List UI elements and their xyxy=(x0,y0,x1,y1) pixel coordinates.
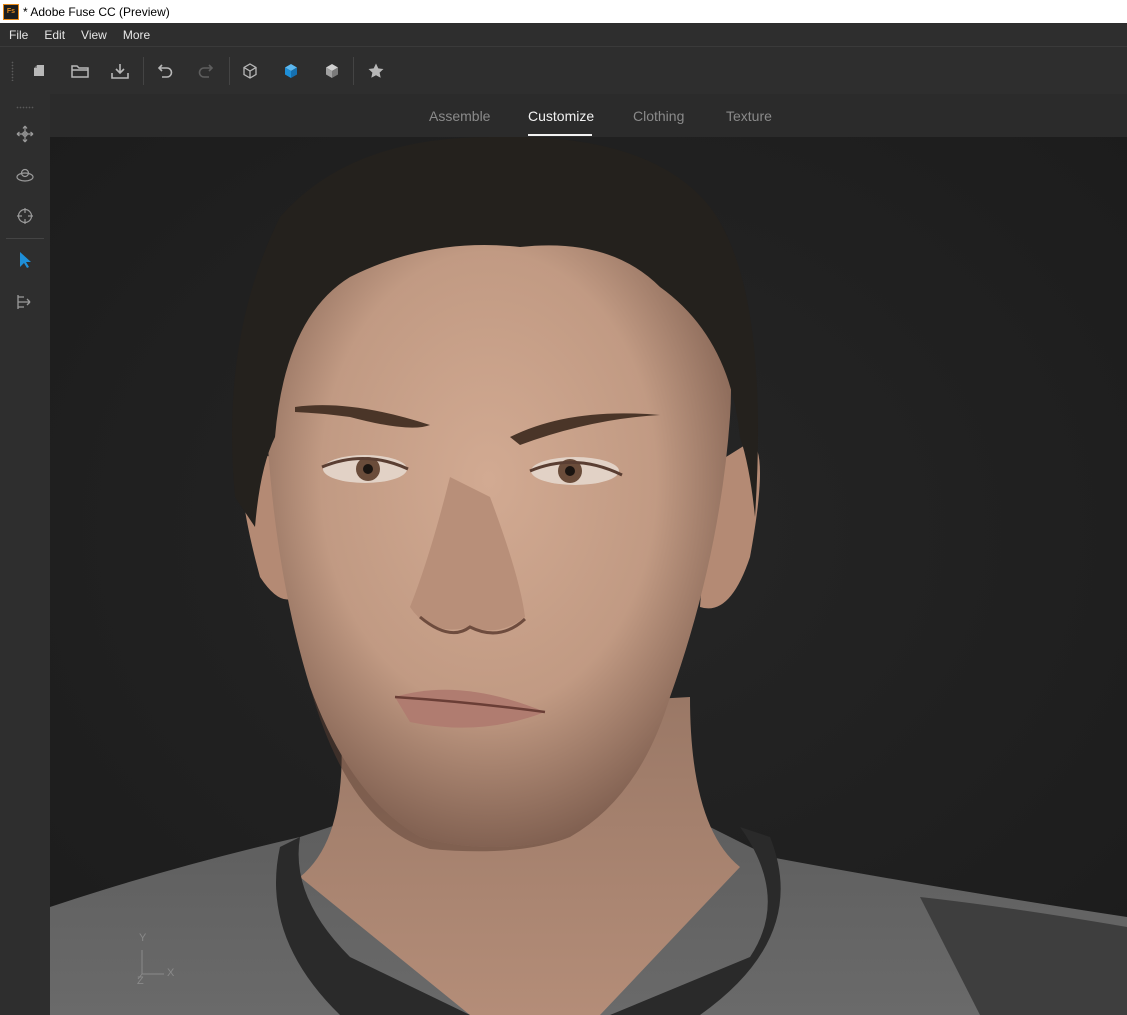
move-tool-button[interactable] xyxy=(13,122,37,146)
window-title: * Adobe Fuse CC (Preview) xyxy=(23,4,170,19)
tab-customize[interactable]: Customize xyxy=(528,108,594,124)
title-bar: Fs * Adobe Fuse CC (Preview) xyxy=(0,0,1127,23)
shaded-view-button[interactable] xyxy=(320,59,344,83)
axis-y-label: Y xyxy=(139,932,147,944)
menu-view[interactable]: View xyxy=(73,28,115,42)
menu-more[interactable]: More xyxy=(115,28,158,42)
axis-gizmo: Y X Z xyxy=(130,932,180,987)
tab-clothing[interactable]: Clothing xyxy=(633,108,684,124)
save-button[interactable] xyxy=(108,59,132,83)
target-icon xyxy=(17,208,33,224)
undo-icon xyxy=(157,64,173,78)
adobe-fuse-app-icon: Fs xyxy=(3,3,19,20)
tab-assemble[interactable]: Assemble xyxy=(429,108,490,124)
new-file-icon xyxy=(34,65,44,76)
tab-texture[interactable]: Texture xyxy=(726,108,772,124)
axis-x-label: X xyxy=(167,967,175,979)
scale-tool-button[interactable] xyxy=(13,290,37,314)
new-file-button[interactable] xyxy=(27,59,51,83)
left-tool-rail xyxy=(0,94,50,1015)
toolbar xyxy=(0,46,1127,94)
axis-z-label: Z xyxy=(137,975,144,987)
solid-cube-icon xyxy=(285,64,297,78)
star-icon xyxy=(368,63,384,78)
toolbar-separator xyxy=(229,57,230,85)
menu-file[interactable]: File xyxy=(0,28,36,42)
active-tab-underline xyxy=(528,134,592,136)
character-model[interactable] xyxy=(50,137,1127,1015)
select-tool-button[interactable] xyxy=(13,248,37,272)
orbit-tool-button[interactable] xyxy=(13,163,37,187)
toolbar-grip[interactable] xyxy=(11,61,14,81)
menu-edit[interactable]: Edit xyxy=(36,28,73,42)
wireframe-cube-icon xyxy=(243,63,257,79)
scale-arrow-icon xyxy=(17,295,31,309)
solid-view-button[interactable] xyxy=(279,59,303,83)
move-icon xyxy=(16,125,34,143)
rail-grip[interactable] xyxy=(16,106,34,109)
rail-separator xyxy=(6,238,44,239)
open-folder-icon xyxy=(71,65,89,78)
redo-button[interactable] xyxy=(194,59,218,83)
toolbar-separator xyxy=(353,57,354,85)
undo-button[interactable] xyxy=(153,59,177,83)
save-download-icon xyxy=(111,64,129,79)
target-tool-button[interactable] xyxy=(13,204,37,228)
redo-icon xyxy=(198,64,214,78)
menu-bar: File Edit View More xyxy=(0,23,1127,46)
open-button[interactable] xyxy=(68,59,92,83)
3d-viewport[interactable]: Y X Z xyxy=(50,137,1127,1015)
mode-tab-bar: Assemble Customize Clothing Texture xyxy=(50,94,1127,137)
select-arrow-icon xyxy=(20,252,31,268)
toolbar-separator xyxy=(143,57,144,85)
shaded-cube-icon xyxy=(326,64,338,78)
favorite-button[interactable] xyxy=(364,59,388,83)
wireframe-view-button[interactable] xyxy=(238,59,262,83)
orbit-icon xyxy=(16,168,34,182)
